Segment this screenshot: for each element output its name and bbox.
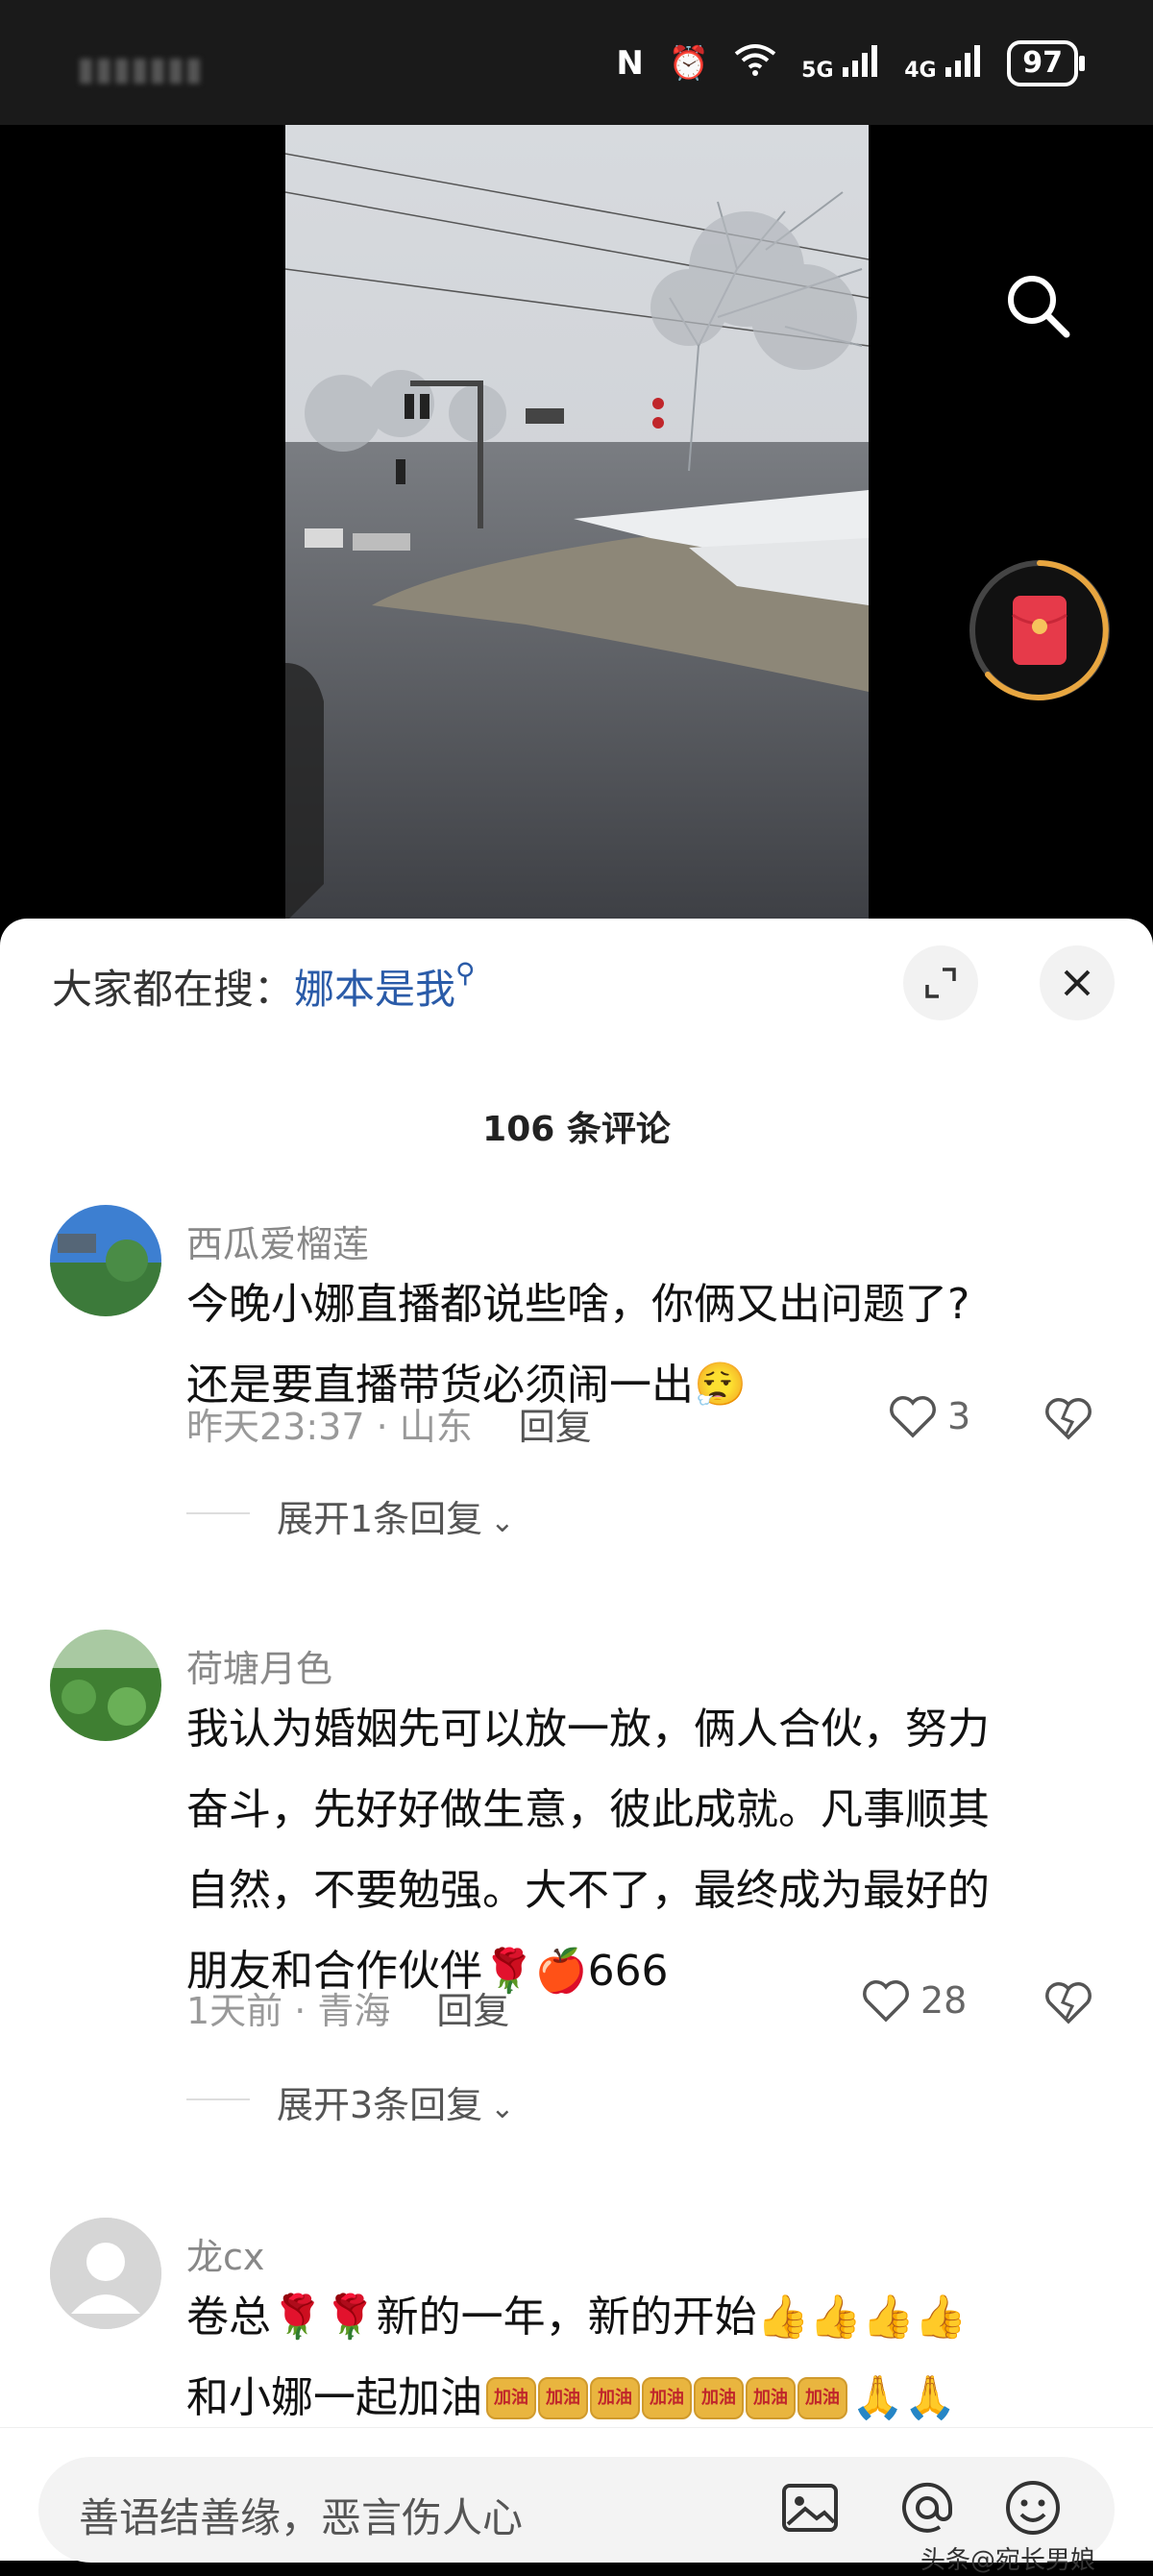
avatar[interactable] [50,2218,161,2329]
emoji-button[interactable] [999,2474,1067,2541]
like-count: 3 [947,1395,971,1437]
jiayou-sticker: 加油 [797,2377,847,2419]
battery-indicator: 97 [1007,40,1085,86]
comment-input-placeholder: 善语结善缘，恶言伤人心 [79,2494,524,2541]
alarm-icon: ⏰ [668,44,710,83]
jiayou-sticker: 加油 [590,2377,640,2419]
divider-line [186,2098,250,2100]
like-button[interactable]: 28 [861,1977,967,2024]
status-icons: N ⏰ 5G 4G 97 [616,40,1085,86]
signal-4g-icon: 4G [904,44,982,83]
heart-icon [863,1980,909,2023]
chevron-down-icon: ⌄ [490,2092,515,2125]
image-icon [782,2484,838,2532]
nfc-icon: N [616,44,644,83]
expand-replies-button[interactable]: 展开3条回复 ⌄ [277,2075,514,2128]
dislike-button[interactable] [1043,1395,1093,1445]
comment-username[interactable]: 西瓜爱榴莲 [186,1214,369,1267]
expand-icon [925,968,956,998]
jiayou-sticker: 加油 [538,2377,588,2419]
dislike-button[interactable] [1043,1979,1093,2029]
video-frame[interactable] [285,125,869,919]
signal-5g-icon: 5G [801,44,879,83]
watermark: 头条@宛长男娘 [920,2546,1096,2575]
like-count: 28 [920,1979,968,2022]
image-button[interactable] [776,2474,844,2541]
jiayou-sticker-row: 加油 加油 加油 加油 加油 加油 加油 [486,2377,847,2419]
video-player[interactable] [0,125,1153,919]
comment-username[interactable]: 龙cx [186,2227,264,2280]
comment-text-line: 今晚小娜直播都说些啥，你俩又出问题了? [186,1280,970,1329]
like-button[interactable]: 3 [888,1393,970,1439]
chevron-down-icon: ⌄ [490,1506,515,1539]
trending-search[interactable]: 大家都在搜：娜本是我⚲ [52,957,476,1016]
comment-sheet: 大家都在搜：娜本是我⚲ 106 条评论 西瓜爱榴莲 今晚小娜直播都说些啥，你俩又… [0,919,1153,2560]
red-packet-button[interactable] [965,555,1115,705]
trending-search-label: 大家都在搜： [52,966,295,1013]
trending-search-keyword[interactable]: 娜本是我 [294,966,455,1013]
expand-replies-label: 展开1条回复 [277,1498,483,1540]
wifi-icon [734,42,776,86]
heart-icon [890,1396,936,1438]
comment-meta: 1天前 · 青海 回复 [186,1981,509,2034]
status-bar-blurred-left: ▮▮▮▮▮▮▮ [77,50,203,88]
jiayou-sticker: 加油 [694,2377,744,2419]
reply-button[interactable]: 回复 [436,1990,509,2032]
broken-heart-icon [1045,1982,1092,2024]
emoji-icon [1006,2481,1060,2535]
comment-time-location: 昨天23:37 · 山东 [186,1406,473,1448]
jiayou-sticker: 加油 [486,2377,536,2419]
comment-text: 卷总🌹🌹新的一年，新的开始👍👍👍👍 和小娜一起加油 加油 加油 加油 加油 加油 加油 加油… [186,2277,1109,2439]
jiayou-sticker: 加油 [642,2377,692,2419]
comment-username[interactable]: 荷塘月色 [186,1639,332,1692]
search-icon [1008,276,1070,338]
avatar[interactable] [50,1630,161,1741]
close-icon [1064,969,1091,996]
broken-heart-icon [1045,1398,1092,1440]
comment-meta: 昨天23:37 · 山东 回复 [186,1397,592,1450]
red-packet-icon [969,560,1110,700]
jiayou-sticker: 加油 [746,2377,796,2419]
divider-line [186,1512,250,1514]
comment-text: 我认为婚姻先可以放一放，俩人合伙，努力 奋斗，先好好做生意，彼此成就。凡事顺其 … [186,1689,1109,2012]
expand-replies-button[interactable]: 展开1条回复 ⌄ [277,1489,514,1542]
close-sheet-button[interactable] [1040,945,1115,1020]
expand-replies-label: 展开3条回复 [277,2084,483,2126]
comment-text-line: 自然，不要勉强。大不了，最终成为最好的 [186,1866,990,1915]
avatar[interactable] [50,1205,161,1316]
video-scene-image [285,125,869,919]
comment-text-line: 我认为婚姻先可以放一放，俩人合伙，努力 [186,1705,990,1754]
mention-button[interactable] [894,2474,961,2541]
comment-text-line: 奋斗，先好好做生意，彼此成就。凡事顺其 [186,1785,990,1834]
status-bar: ▮▮▮▮▮▮▮ N ⏰ 5G 4G 97 [0,0,1153,125]
at-icon [902,2482,953,2533]
expand-sheet-button[interactable] [903,945,978,1020]
comment-time-location: 1天前 · 青海 [186,1990,391,2032]
search-small-icon: ⚲ [455,957,476,989]
comment-text-line: 卷总🌹🌹新的一年，新的开始👍👍👍👍 [186,2293,968,2342]
reply-button[interactable]: 回复 [519,1406,592,1448]
search-button[interactable] [999,267,1076,344]
comment-count: 106 条评论 [482,1110,671,1149]
